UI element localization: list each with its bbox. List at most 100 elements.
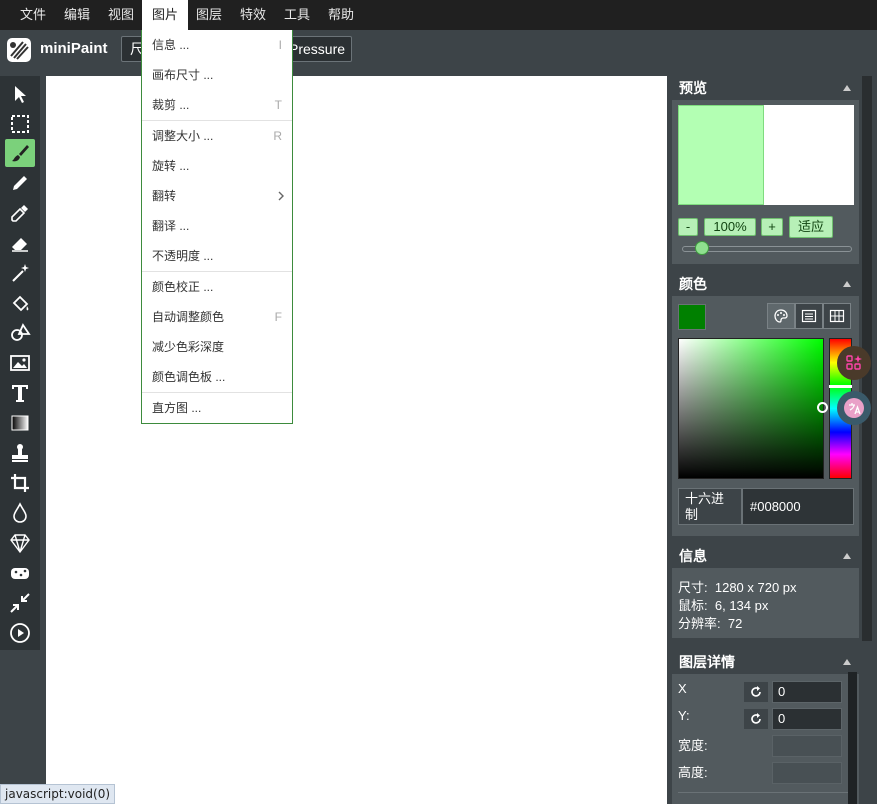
zoom-in-button[interactable]: + [761,218,783,236]
color-grid-view-button[interactable] [823,303,851,329]
layer-height-input[interactable] [772,762,842,784]
info-panel: 信息 尺寸: 1280 x 720 px 鼠标: 6, 134 px 分辨率: … [672,544,859,638]
pencil-tool[interactable] [5,169,35,197]
drawing-canvas[interactable] [46,76,667,804]
select-tool[interactable] [5,80,35,108]
tools-panel [0,76,40,650]
preview-title[interactable]: 预览 [672,76,859,100]
layer-x-input[interactable]: 0 [772,681,842,703]
menu-item-histogram[interactable]: 直方图 ... [142,393,292,423]
palette-icon [774,309,788,323]
gradient-tool[interactable] [5,409,35,437]
image-tool[interactable] [5,349,35,377]
layer-width-input[interactable] [772,735,842,757]
menu-item-decrease-color-depth[interactable]: 减少色彩深度 [142,332,292,362]
current-color-swatch[interactable] [678,304,706,330]
floating-apps-button[interactable] [837,346,871,380]
menu-item-opacity[interactable]: 不透明度 ... [142,241,292,271]
selection-tool[interactable] [5,110,35,138]
color-picker-cursor[interactable] [817,402,828,413]
menu-item-canvas-size[interactable]: 画布尺寸 ... [142,60,292,90]
layer-details-scrollbar[interactable] [848,672,857,804]
menu-effects[interactable]: 特效 [230,0,276,30]
sharpen-tool[interactable] [5,529,35,557]
layer-y-label: Y: [678,708,690,723]
saturation-value-picker[interactable] [678,338,824,479]
zoom-fit-button[interactable]: 适应 [789,216,833,238]
erase-tool[interactable] [5,229,35,257]
menu-item-translate[interactable]: 翻译 ... [142,211,292,241]
reset-icon [751,713,761,724]
menu-tools[interactable]: 工具 [274,0,320,30]
info-size-row: 尺寸: 1280 x 720 px [678,577,797,596]
animation-tool[interactable] [5,619,35,647]
menu-item-resize[interactable]: 调整大小 ... R [142,121,292,151]
collapse-caret-icon [843,659,851,665]
menu-image[interactable]: 图片 [142,0,189,30]
menu-item-color-palette[interactable]: 颜色调色板 ... [142,362,292,392]
menu-item-label: 翻译 ... [152,219,190,233]
menu-item-rotate[interactable]: 旋转 ... [142,151,292,181]
info-title[interactable]: 信息 [672,544,859,568]
hue-slider-marker[interactable] [829,385,852,388]
colors-panel: 颜色 十六进制 #008000 [672,272,859,536]
text-tool[interactable] [5,379,35,407]
grid-icon [829,309,845,323]
menu-item-flip[interactable]: 翻转 [142,181,292,211]
menu-layers[interactable]: 图层 [186,0,232,30]
shortcut-label: I [278,38,282,52]
menubar: 文件 编辑 视图 图片 图层 特效 工具 帮助 [0,0,877,30]
crop-tool[interactable] [5,469,35,497]
menu-item-color-corrections[interactable]: 颜色校正 ... [142,272,292,302]
layer-details-title[interactable]: 图层详情 [672,650,859,674]
zoom-value[interactable]: 100% [704,218,756,236]
collapse-caret-icon [843,85,851,91]
hex-input[interactable]: #008000 [742,488,854,525]
chevron-right-icon [278,191,284,201]
info-resolution-label: 分辨率: [678,616,721,631]
menu-item-label: 减少色彩深度 [152,340,225,354]
menu-item-auto-adjust-colors[interactable]: 自动调整颜色 F [142,302,292,332]
shape-tool[interactable] [5,319,35,347]
pencil-icon [13,176,27,190]
animation-icon [10,623,30,643]
attributes-bar: miniPaint 尺 Pressure [0,30,877,68]
layer-y-reset-button[interactable] [744,709,768,729]
info-resolution-row: 分辨率: 72 [678,613,742,632]
floating-translate-button[interactable] [837,391,871,425]
gradient-icon [11,415,29,431]
shortcut-label: F [274,310,282,324]
preview-thumbnail[interactable] [678,105,854,205]
brush-tool[interactable] [5,139,35,167]
menu-item-trim[interactable]: 裁剪 ... T [142,90,292,120]
zoom-slider-handle[interactable] [695,241,709,255]
menu-edit[interactable]: 编辑 [54,0,100,30]
clone-icon [12,444,28,462]
blur-tool[interactable] [5,499,35,527]
magic-wand-icon [12,264,29,282]
desaturate-tool[interactable] [5,589,35,617]
preview-viewport[interactable] [678,105,764,205]
clone-tool[interactable] [5,439,35,467]
magic-wand-tool[interactable] [5,259,35,287]
panel-title-text: 图层详情 [679,654,735,670]
layer-x-label: X [678,681,687,696]
pick-color-tool[interactable] [5,199,35,227]
fill-icon [12,295,29,312]
zoom-out-button[interactable]: - [678,218,698,236]
fill-tool[interactable] [5,289,35,317]
colors-title[interactable]: 颜色 [672,272,859,296]
color-list-view-button[interactable] [795,303,823,329]
shortcut-label: T [274,98,282,112]
sponge-tool[interactable] [5,559,35,587]
layer-y-input[interactable]: 0 [772,708,842,730]
menu-help[interactable]: 帮助 [318,0,364,30]
layer-x-reset-button[interactable] [744,682,768,702]
menu-item-information[interactable]: 信息 ... I [142,30,292,60]
collapse-caret-icon [843,553,851,559]
menu-view[interactable]: 视图 [98,0,144,30]
menu-file[interactable]: 文件 [10,0,56,30]
color-wheel-view-button[interactable] [767,303,795,329]
info-mouse-row: 鼠标: 6, 134 px [678,595,768,614]
info-mouse-label: 鼠标: [678,598,708,613]
